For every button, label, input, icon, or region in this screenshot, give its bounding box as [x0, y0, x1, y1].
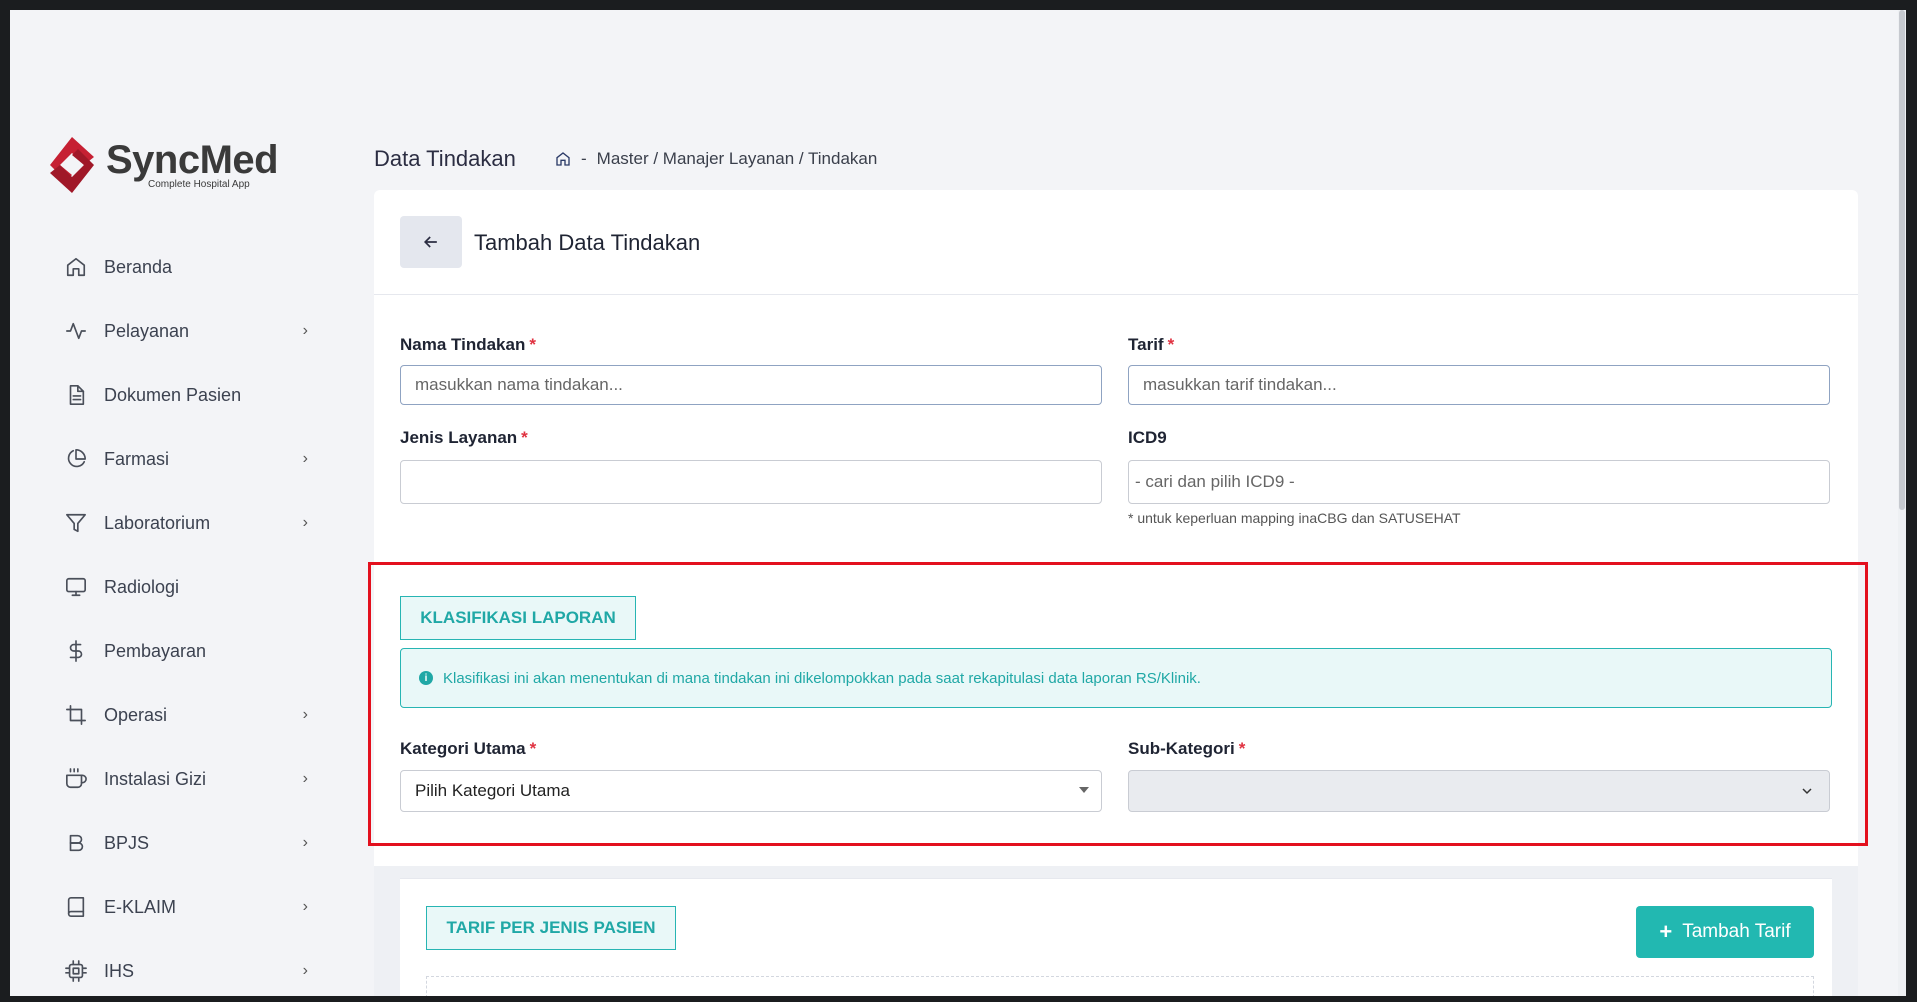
chevron-right-icon: ›: [302, 322, 308, 339]
sidebar-item-label: IHS: [104, 960, 135, 981]
jenis-layanan-select[interactable]: [400, 460, 1102, 504]
sidebar-item-farmasi[interactable]: Farmasi ›: [50, 427, 320, 491]
chevron-right-icon: ›: [302, 898, 308, 915]
sidebar-item-label: Pembayaran: [104, 640, 207, 661]
book-icon: [64, 895, 88, 919]
home-icon[interactable]: [555, 151, 571, 167]
chevron-right-icon: ›: [302, 706, 308, 723]
tarif-per-jenis-pasien-tab[interactable]: TARIF PER JENIS PASIEN: [426, 906, 676, 950]
sidebar-item-beranda[interactable]: Beranda: [50, 235, 320, 299]
page-scrollbar[interactable]: [1898, 10, 1906, 996]
breadcrumb-separator: -: [581, 149, 587, 168]
page-title: Data Tindakan: [374, 146, 516, 171]
monitor-icon: [64, 575, 88, 599]
pie-chart-icon: [64, 447, 88, 471]
back-button[interactable]: [400, 216, 462, 268]
sidebar-item-ihs[interactable]: IHS ›: [50, 939, 320, 996]
sidebar-nav: Beranda Pelayanan › Dokumen Pasien Farma…: [50, 235, 320, 996]
required-mark: *: [1167, 335, 1175, 354]
document-icon: [64, 383, 88, 407]
bold-b-icon: [64, 831, 88, 855]
filter-icon: [64, 511, 88, 535]
crop-icon: [64, 703, 88, 727]
sidebar-item-laboratorium[interactable]: Laboratorium ›: [50, 491, 320, 555]
jenis-layanan-label: Jenis Layanan *: [400, 428, 528, 447]
breadcrumb: - Master / Manajer Layanan / Tindakan: [555, 149, 877, 169]
chevron-right-icon: ›: [302, 770, 308, 787]
scrollbar-thumb[interactable]: [1899, 10, 1905, 510]
sidebar-item-instalasi-gizi[interactable]: Instalasi Gizi ›: [50, 747, 320, 811]
tarif-label: Tarif *: [1128, 335, 1175, 354]
sidebar-item-label: Radiologi: [104, 576, 180, 597]
sidebar-item-operasi[interactable]: Operasi ›: [50, 683, 320, 747]
sidebar-item-label: Dokumen Pasien: [104, 384, 242, 405]
tarif-input[interactable]: masukkan tarif tindakan...: [1128, 365, 1830, 405]
sidebar-item-label: Farmasi: [104, 448, 170, 469]
sidebar-item-label: Beranda: [104, 256, 173, 277]
sidebar-item-radiologi[interactable]: Radiologi: [50, 555, 320, 619]
sidebar-item-pelayanan[interactable]: Pelayanan ›: [50, 299, 320, 363]
icd9-label: ICD9: [1128, 428, 1167, 447]
sidebar-item-label: E-KLAIM: [104, 896, 177, 917]
activity-icon: [64, 319, 88, 343]
syncmed-logo-icon: [50, 137, 94, 193]
brand-logo[interactable]: SyncMed Complete Hospital App: [46, 135, 279, 195]
tambah-tarif-label: Tambah Tarif: [1682, 921, 1791, 942]
brand-name: SyncMed: [106, 138, 279, 182]
icd9-search-input[interactable]: - cari dan pilih ICD9 -: [1128, 460, 1830, 504]
highlight-annotation-box: [368, 562, 1868, 846]
nama-tindakan-input[interactable]: masukkan nama tindakan...: [400, 365, 1102, 405]
arrow-left-icon: [423, 236, 437, 248]
icd9-hint: * untuk keperluan mapping inaCBG dan SAT…: [1128, 510, 1461, 526]
card-header: Tambah Data Tindakan: [374, 190, 1858, 295]
required-mark: *: [521, 428, 528, 447]
nama-tindakan-label: Nama Tindakan *: [400, 335, 536, 354]
sidebar-item-label: BPJS: [104, 832, 150, 853]
sidebar-item-label: Instalasi Gizi: [104, 768, 207, 789]
tambah-tarif-button[interactable]: + Tambah Tarif: [1636, 906, 1814, 958]
breadcrumb-path[interactable]: Master / Manajer Layanan / Tindakan: [597, 149, 878, 169]
sidebar-item-label: Operasi: [104, 704, 168, 725]
sidebar-item-label: Pelayanan: [104, 320, 190, 341]
chevron-right-icon: ›: [302, 962, 308, 979]
dollar-icon: [64, 639, 88, 663]
sidebar-item-e-klaim[interactable]: E-KLAIM ›: [50, 875, 320, 939]
required-mark: *: [529, 335, 536, 354]
chevron-right-icon: ›: [302, 834, 308, 851]
sidebar-item-bpjs[interactable]: BPJS ›: [50, 811, 320, 875]
app-window: SyncMed Complete Hospital App Beranda Pe…: [10, 10, 1906, 996]
tarif-dropzone: [426, 976, 1814, 996]
sidebar-item-dokumen-pasien[interactable]: Dokumen Pasien: [50, 363, 320, 427]
form-title: Tambah Data Tindakan: [474, 230, 701, 255]
home-icon: [64, 255, 88, 279]
chevron-right-icon: ›: [302, 514, 308, 531]
cpu-icon: [64, 959, 88, 983]
sidebar-item-pembayaran[interactable]: Pembayaran: [50, 619, 320, 683]
chevron-right-icon: ›: [302, 450, 308, 467]
coffee-icon: [64, 767, 88, 791]
plus-icon: +: [1659, 919, 1673, 944]
sidebar-item-label: Laboratorium: [104, 512, 211, 533]
